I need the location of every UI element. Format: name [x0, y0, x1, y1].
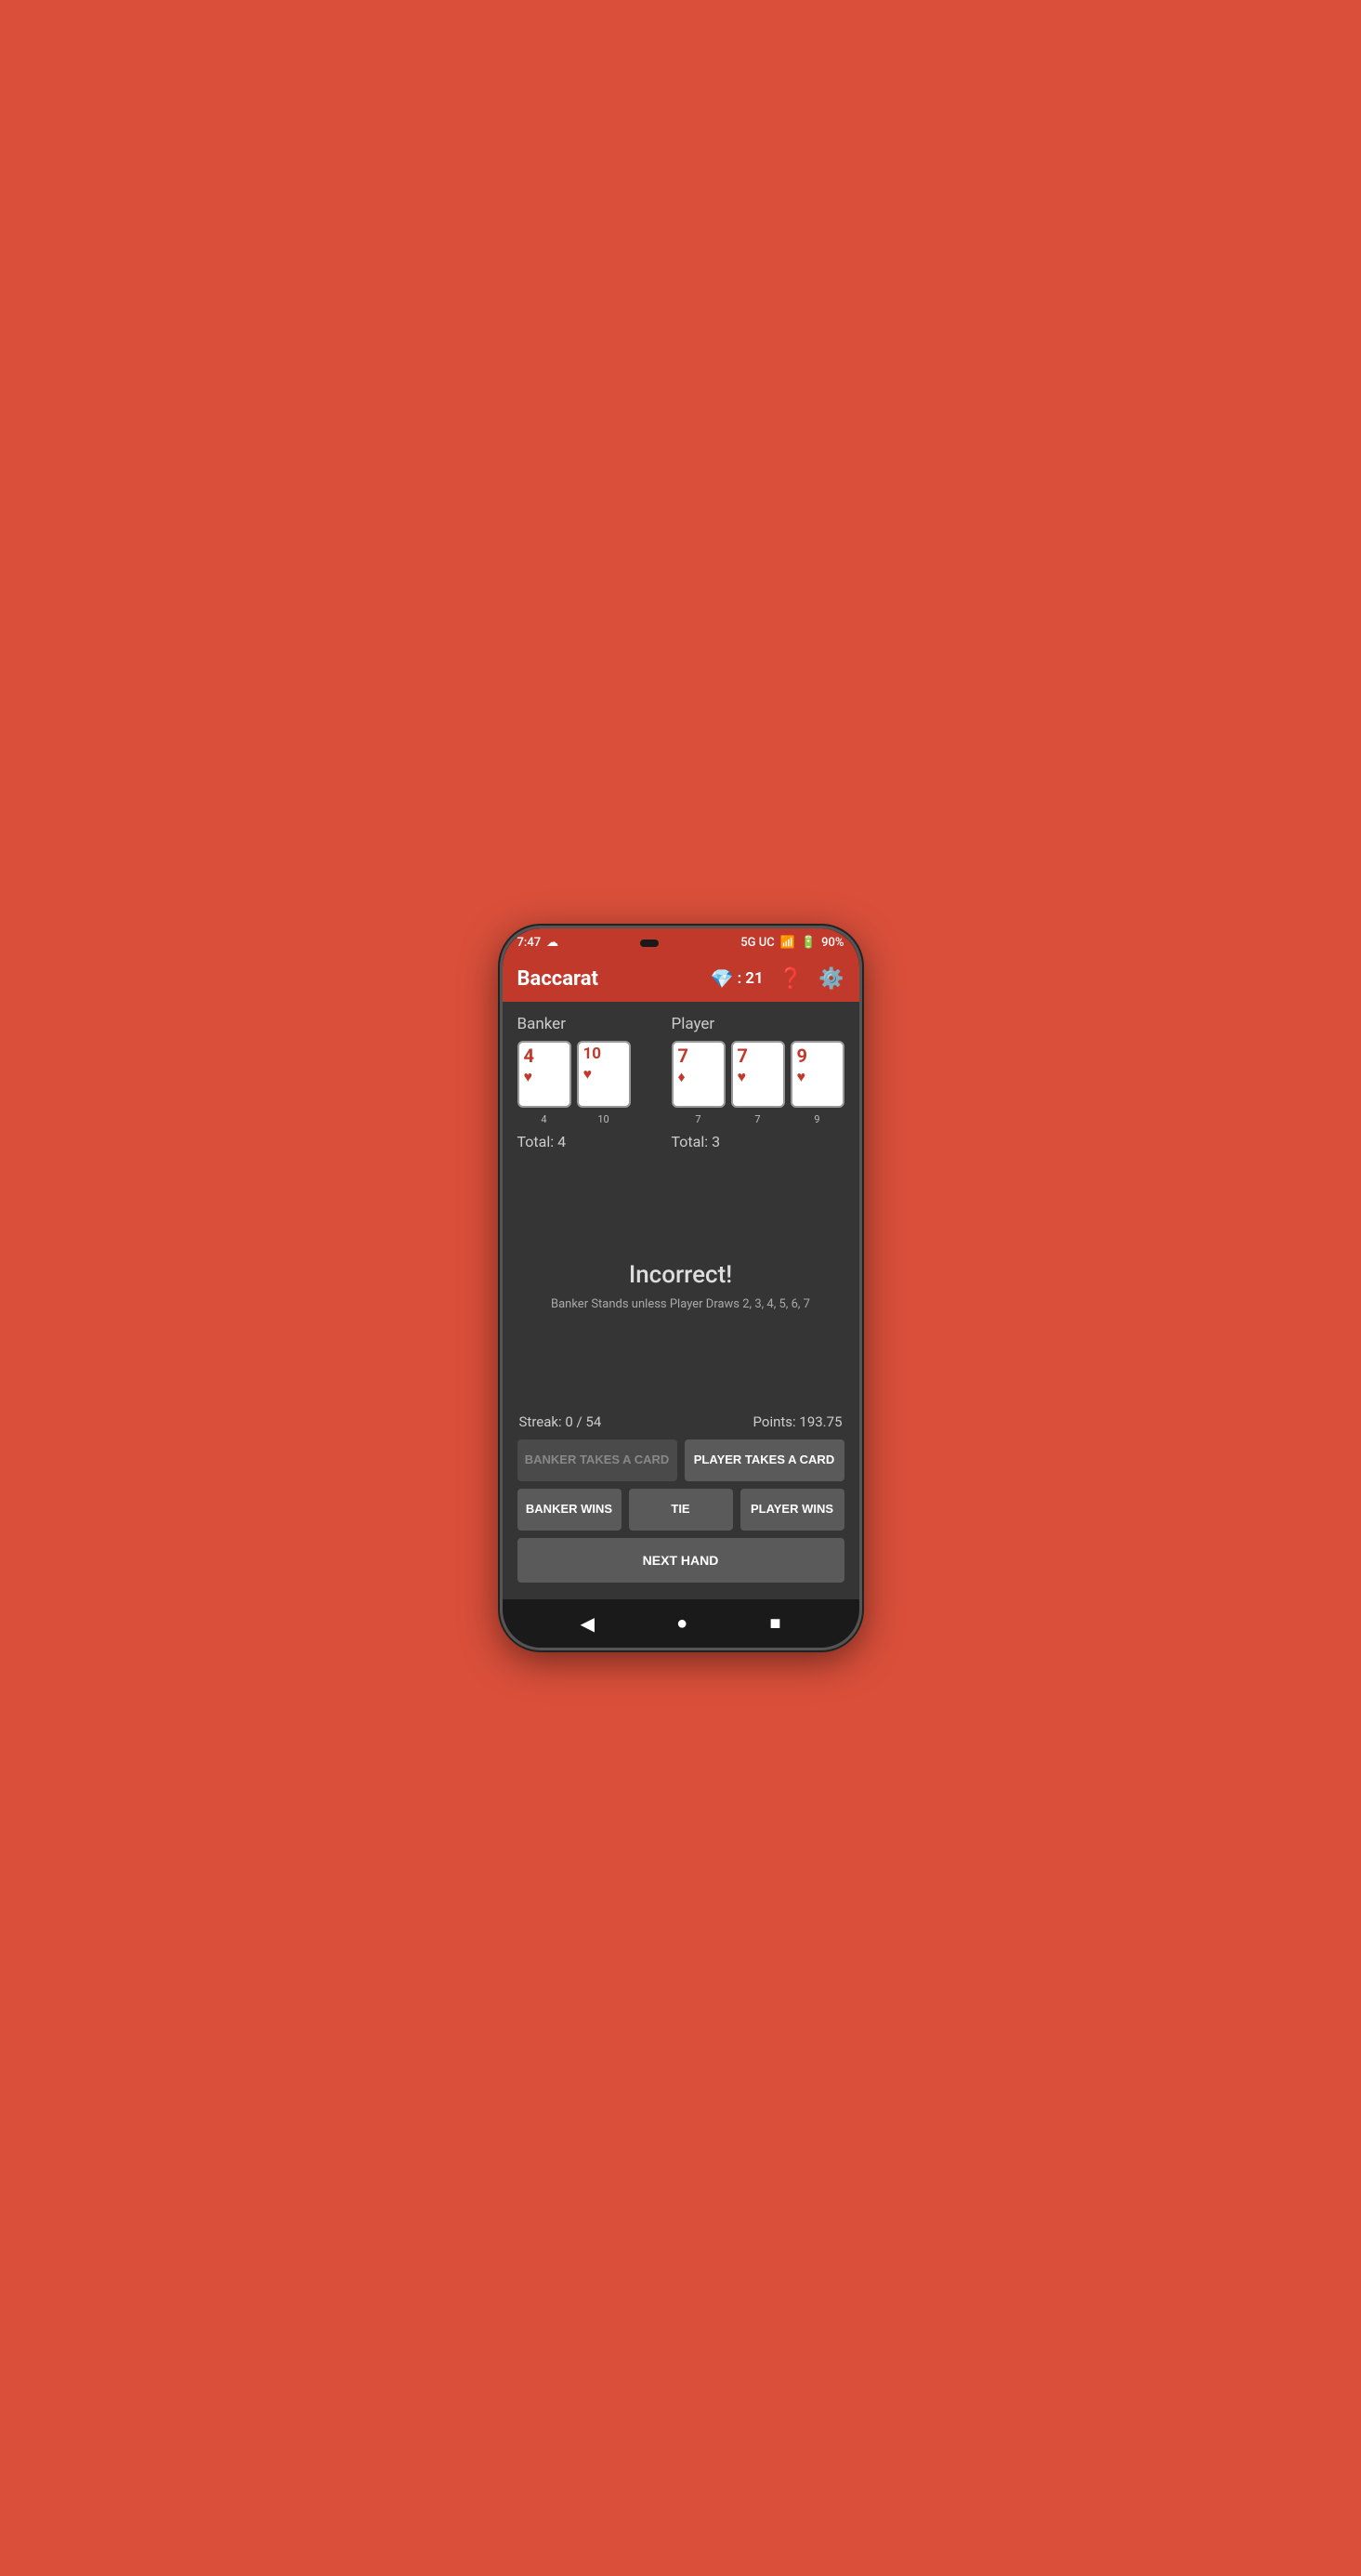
bottom-section: Streak: 0 / 54 Points: 193.75 BANKER TAK…: [517, 1413, 844, 1586]
app-bar: Baccarat 💎 : 21 ❓ ⚙️: [503, 955, 859, 1002]
banker-card-value-0: 4: [524, 1045, 534, 1066]
banker-hand: Banker 4 ♥ 10 ♥ 4 10: [517, 1015, 657, 1150]
banker-takes-button[interactable]: BANKER TAKES A CARD: [517, 1439, 677, 1481]
notch: [640, 940, 659, 947]
player-cards-row: 7 ♦ 7 ♥ 9 ♥: [672, 1041, 844, 1108]
banker-card-num-0: 4: [517, 1113, 571, 1125]
player-card-numbers: 7 7 9: [672, 1111, 844, 1125]
stats-row: Streak: 0 / 54 Points: 193.75: [517, 1413, 844, 1430]
battery-icon: 🔋: [801, 936, 816, 950]
player-card-value-1: 7: [738, 1045, 748, 1066]
banker-card-0: 4 ♥: [517, 1041, 571, 1108]
tie-button[interactable]: TIE: [629, 1489, 733, 1531]
player-wins-button[interactable]: PLAYER WINS: [740, 1489, 844, 1531]
main-content: Banker 4 ♥ 10 ♥ 4 10: [503, 1002, 859, 1599]
gem-count: :: [738, 969, 742, 988]
result-subtitle: Banker Stands unless Player Draws 2, 3, …: [551, 1296, 810, 1313]
action-buttons: BANKER TAKES A CARD PLAYER TAKES A CARD: [517, 1439, 844, 1481]
banker-label: Banker: [517, 1015, 657, 1033]
streak-stat: Streak: 0 / 54: [519, 1413, 602, 1430]
player-card-suit-0: ♦: [678, 1068, 686, 1086]
player-card-num-1: 7: [731, 1113, 785, 1125]
player-card-2: 9 ♥: [791, 1041, 844, 1108]
banker-card-numbers: 4 10: [517, 1111, 657, 1125]
gem-score: 💎 : 21: [711, 967, 764, 990]
player-card-suit-1: ♥: [738, 1068, 747, 1086]
banker-card-num-1: 10: [577, 1113, 631, 1125]
status-right: 5G UC 📶 🔋 90%: [740, 936, 844, 950]
cards-section: Banker 4 ♥ 10 ♥ 4 10: [517, 1015, 844, 1150]
banker-card-suit-0: ♥: [524, 1068, 533, 1086]
status-time: 7:47: [517, 936, 542, 950]
result-title: Incorrect!: [629, 1261, 732, 1289]
win-buttons: BANKER WINS TIE PLAYER WINS: [517, 1489, 844, 1531]
signal-icon: 📶: [780, 936, 795, 950]
network-label: 5G UC: [740, 936, 774, 950]
player-card-suit-2: ♥: [797, 1068, 806, 1086]
player-total: Total: 3: [672, 1133, 844, 1150]
player-card-1: 7 ♥: [731, 1041, 785, 1108]
back-button[interactable]: ◀: [581, 1612, 595, 1636]
help-button[interactable]: ❓: [779, 966, 804, 991]
banker-card-1: 10 ♥: [577, 1041, 631, 1108]
banker-wins-button[interactable]: BANKER WINS: [517, 1489, 622, 1531]
player-card-value-2: 9: [797, 1045, 807, 1066]
gem-icon: 💎: [711, 967, 734, 990]
phone-frame: 7:47 ☁ 5G UC 📶 🔋 90% Baccarat 💎 : 21 ❓ ⚙…: [500, 926, 862, 1650]
player-card-num-0: 7: [672, 1113, 726, 1125]
player-hand: Player 7 ♦ 7 ♥ 9 ♥: [672, 1015, 844, 1150]
player-label: Player: [672, 1015, 844, 1033]
app-title: Baccarat: [517, 967, 598, 991]
points-stat: Points: 193.75: [753, 1413, 843, 1430]
banker-cards-row: 4 ♥ 10 ♥: [517, 1041, 657, 1108]
home-button[interactable]: ●: [676, 1613, 687, 1635]
banker-card-value-1: 10: [583, 1045, 602, 1063]
settings-button[interactable]: ⚙️: [818, 966, 844, 991]
recent-button[interactable]: ■: [769, 1613, 780, 1635]
player-takes-button[interactable]: PLAYER TAKES A CARD: [685, 1439, 844, 1481]
player-card-value-0: 7: [678, 1045, 688, 1066]
app-bar-right: 💎 : 21 ❓ ⚙️: [711, 966, 844, 991]
result-area: Incorrect! Banker Stands unless Player D…: [517, 1160, 844, 1413]
banker-total: Total: 4: [517, 1133, 657, 1150]
nav-bar: ◀ ● ■: [503, 1599, 859, 1648]
player-card-num-2: 9: [791, 1113, 844, 1125]
battery-level: 90%: [821, 936, 844, 950]
banker-card-suit-1: ♥: [583, 1065, 593, 1084]
cloud-icon: ☁: [546, 936, 558, 950]
status-bar: 7:47 ☁ 5G UC 📶 🔋 90%: [503, 928, 859, 955]
status-left: 7:47 ☁: [517, 936, 559, 950]
next-hand-button[interactable]: NEXT HAND: [517, 1538, 844, 1583]
gem-value: 21: [745, 969, 763, 988]
phone-screen: 7:47 ☁ 5G UC 📶 🔋 90% Baccarat 💎 : 21 ❓ ⚙…: [503, 928, 859, 1648]
player-card-0: 7 ♦: [672, 1041, 726, 1108]
